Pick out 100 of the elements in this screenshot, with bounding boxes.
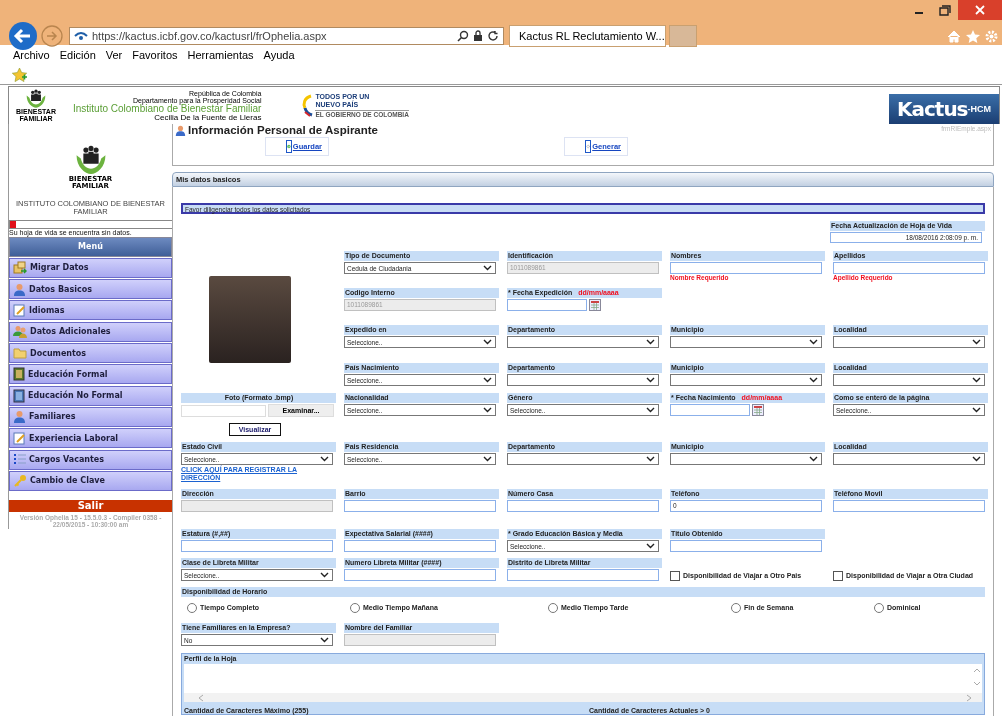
- close-icon[interactable]: [958, 0, 1002, 20]
- dropdown[interactable]: [507, 374, 659, 386]
- motto-text: Cecilia De la Fuente de Lleras: [153, 113, 262, 122]
- person-icon: [175, 124, 186, 136]
- key-icon: [13, 474, 27, 488]
- caret-icon: [320, 572, 329, 578]
- input-field[interactable]: [670, 262, 822, 274]
- radio-button[interactable]: [874, 602, 884, 613]
- menu-header: Menú: [9, 236, 172, 257]
- caret-icon: [646, 456, 655, 462]
- input-field[interactable]: [181, 540, 333, 552]
- site-icon: [74, 31, 88, 41]
- date-field[interactable]: [670, 404, 750, 416]
- people-icon: [13, 325, 27, 339]
- sidebar-item[interactable]: Documentos: [9, 343, 172, 364]
- dropdown[interactable]: [833, 453, 985, 465]
- sidebar-item[interactable]: Datos Basicos: [9, 279, 172, 300]
- page-title: Información Personal de Aspirante: [188, 124, 378, 136]
- caret-icon: [809, 456, 818, 462]
- sidebar-item[interactable]: Cargos Vacantes: [9, 449, 172, 470]
- caret-icon: [972, 456, 981, 462]
- scroll-right-icon: [966, 693, 972, 702]
- dropdown[interactable]: [833, 374, 985, 386]
- scroll-left-icon: [198, 693, 204, 702]
- menu-item[interactable]: Herramientas: [182, 49, 259, 61]
- caret-icon: [809, 339, 818, 345]
- menu-item[interactable]: Edición: [54, 49, 101, 61]
- lock-icon: [473, 30, 483, 42]
- list-icon: [13, 453, 26, 467]
- caret-icon: [320, 456, 329, 462]
- checkbox[interactable]: [670, 571, 680, 581]
- person-icon: [13, 282, 26, 296]
- caret-icon: [483, 407, 492, 413]
- caret-icon: [483, 339, 492, 345]
- notepad-icon: [13, 431, 26, 445]
- input-field[interactable]: [507, 569, 659, 581]
- dropdown[interactable]: [670, 374, 822, 386]
- input-field[interactable]: [833, 500, 985, 512]
- input-field[interactable]: [670, 540, 822, 552]
- sidebar-item[interactable]: Migrar Datos: [9, 257, 172, 278]
- gear-icon: [585, 140, 592, 153]
- input-field[interactable]: [344, 500, 496, 512]
- dropdown[interactable]: [670, 453, 822, 465]
- book-icon: [13, 388, 25, 403]
- dropdown[interactable]: [833, 336, 985, 348]
- sidebar-item[interactable]: Educación Formal: [9, 364, 172, 385]
- refresh-icon[interactable]: [487, 30, 499, 42]
- dropdown[interactable]: [507, 336, 659, 348]
- caret-icon: [320, 637, 329, 643]
- browser-tab[interactable]: Kactus RL Reclutamiento W...: [509, 25, 666, 47]
- checkbox[interactable]: [833, 571, 843, 581]
- dropdown[interactable]: [670, 336, 822, 348]
- sidebar-item[interactable]: Datos Adicionales: [9, 321, 172, 342]
- date-field[interactable]: [507, 299, 587, 311]
- calendar-icon[interactable]: [589, 299, 601, 311]
- back-icon[interactable]: [8, 21, 38, 51]
- star-icon[interactable]: [966, 30, 980, 43]
- input-field[interactable]: [344, 569, 496, 581]
- search-icon[interactable]: [457, 30, 469, 42]
- boxes-icon: [13, 261, 27, 275]
- caret-icon: [483, 377, 492, 383]
- logout-button[interactable]: Salir: [9, 499, 172, 512]
- menu-item[interactable]: Archivo: [8, 49, 55, 61]
- menu-item[interactable]: Ver: [100, 49, 128, 61]
- address-bar[interactable]: https://kactus.icbf.gov.co/kactusrl/frOphelia.aspx: [69, 27, 504, 45]
- file-path-field[interactable]: [181, 405, 266, 417]
- favorites-star-icon[interactable]: [12, 67, 27, 82]
- sidebar-item[interactable]: Educación No Formal: [9, 385, 172, 406]
- caret-icon: [646, 407, 655, 413]
- caret-icon: [972, 377, 981, 383]
- check-icon: [286, 140, 292, 153]
- menu-item[interactable]: Ayuda: [258, 49, 300, 61]
- caret-icon: [972, 339, 981, 345]
- caret-icon: [646, 543, 655, 549]
- radio-button[interactable]: [350, 602, 360, 613]
- sidebar-item[interactable]: Idiomas: [9, 300, 172, 321]
- caret-icon: [483, 265, 492, 271]
- input-field[interactable]: [344, 540, 496, 552]
- caret-icon: [972, 407, 981, 413]
- sidebar-item[interactable]: Familiares: [9, 406, 172, 427]
- radio-button[interactable]: [187, 602, 197, 613]
- family-logo-icon: [25, 88, 47, 109]
- caret-icon: [646, 339, 655, 345]
- menu-item[interactable]: Favoritos: [127, 49, 183, 61]
- notepad-icon: [13, 304, 26, 317]
- dropdown[interactable]: [507, 453, 659, 465]
- forward-icon[interactable]: [41, 25, 63, 47]
- campaign-logo-icon: [301, 93, 314, 118]
- sidebar-item[interactable]: Experiencia Laboral: [9, 428, 172, 449]
- caret-icon: [809, 377, 818, 383]
- caret-icon: [483, 456, 492, 462]
- sidebar-item[interactable]: Cambio de Clave: [9, 470, 172, 491]
- input-field[interactable]: [833, 262, 985, 274]
- radio-button[interactable]: [548, 602, 558, 613]
- input-field[interactable]: [507, 500, 659, 512]
- radio-button[interactable]: [731, 602, 741, 613]
- folder-icon: [13, 347, 27, 360]
- book-icon: [13, 367, 25, 382]
- person-icon: [13, 410, 26, 424]
- calendar-icon[interactable]: [752, 404, 764, 416]
